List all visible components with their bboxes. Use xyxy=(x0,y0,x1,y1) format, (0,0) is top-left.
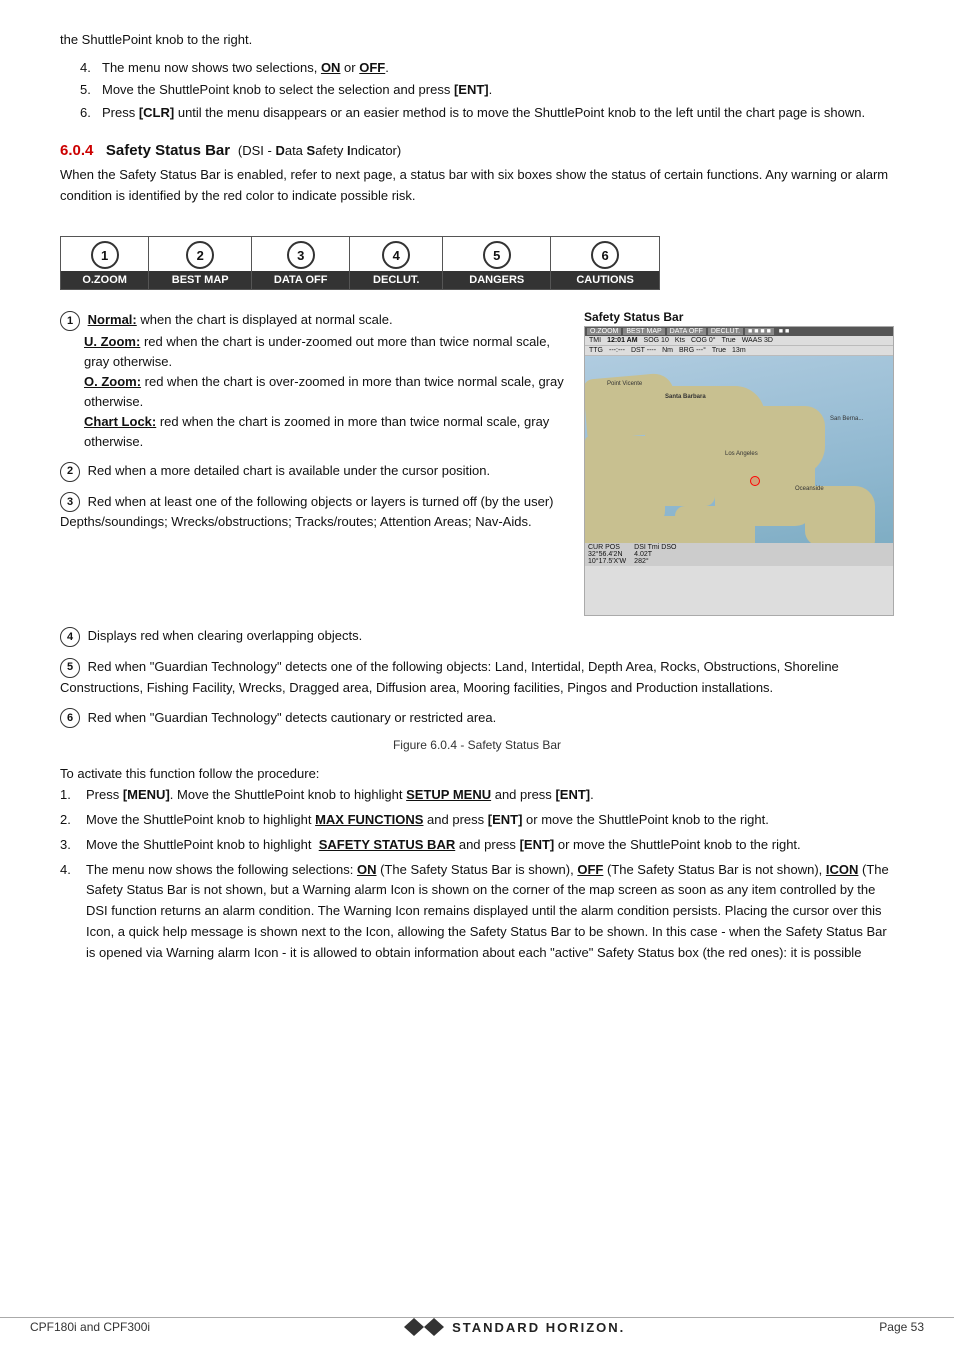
label-santa-barbara: Santa Barbara xyxy=(665,394,706,400)
section-title: 6.0.4 Safety Status Bar (DSI - Data Safe… xyxy=(60,142,894,159)
item-1: 1 Normal: when the chart is displayed at… xyxy=(60,310,566,451)
map-data-row2: TTG ---:--- DST ---- Nm BRG ---° True 13… xyxy=(585,346,893,356)
status-box-1: 1 O.ZOOM xyxy=(61,237,149,289)
status-circle-4: 4 xyxy=(382,241,410,269)
procedure-section: To activate this function follow the pro… xyxy=(60,764,894,963)
label-pv: Point Vicente xyxy=(607,381,642,387)
status-label-6: CAUTIONS xyxy=(551,271,659,289)
page: the ShuttlePoint knob to the right. 4. T… xyxy=(0,0,954,1354)
status-label-5: DANGERS xyxy=(443,271,550,289)
intro-list: 4. The menu now shows two selections, ON… xyxy=(60,58,894,124)
status-box-2: 2 BEST MAP xyxy=(149,237,252,289)
item-circle-3: 3 xyxy=(60,492,80,512)
proc-item-1: 1. Press [MENU]. Move the ShuttlePoint k… xyxy=(60,785,894,806)
procedure-list: 1. Press [MENU]. Move the ShuttlePoint k… xyxy=(60,785,894,963)
intro-item-6: 6. Press [CLR] until the menu disappears… xyxy=(80,103,894,124)
land-7 xyxy=(805,486,875,546)
status-circle-3: 3 xyxy=(287,241,315,269)
map-area: Santa Barbara Point Vicente Los Angeles … xyxy=(585,356,893,566)
right-col: Safety Status Bar O.ZOOM BEST MAP DATA O… xyxy=(584,310,894,616)
item-6: 6 Red when "Guardian Technology" detects… xyxy=(60,708,894,729)
footer-left: CPF180i and CPF300i xyxy=(30,1320,150,1334)
label-oceanside: Oceanside xyxy=(795,486,824,492)
procedure-intro: To activate this function follow the pro… xyxy=(60,764,894,785)
map-bottom-bar: CUR POS 32°56.4'2N 10°17.5'X'W DSI Tmi D… xyxy=(585,543,893,566)
logo-icon xyxy=(404,1318,444,1336)
status-label-4: DECLUT. xyxy=(350,271,442,289)
item-3: 3 Red when at least one of the following… xyxy=(60,492,566,533)
left-col: 1 Normal: when the chart is displayed at… xyxy=(60,310,566,616)
item-circle-4: 4 xyxy=(60,627,80,647)
item-2: 2 Red when a more detailed chart is avai… xyxy=(60,461,566,482)
proc-item-4: 4. The menu now shows the following sele… xyxy=(60,860,894,964)
status-label-2: BEST MAP xyxy=(149,271,251,289)
item-circle-6: 6 xyxy=(60,708,80,728)
item-4: 4 Displays red when clearing overlapping… xyxy=(60,626,894,647)
main-content: 1 Normal: when the chart is displayed at… xyxy=(60,310,894,616)
status-label-3: DATA OFF xyxy=(252,271,349,289)
section-description: When the Safety Status Bar is enabled, r… xyxy=(60,165,894,207)
status-box-3: 3 DATA OFF xyxy=(252,237,350,289)
map-data-row1: TMI 12:01 AM SOG 10 Kts COG 0° True WAAS… xyxy=(585,336,893,346)
status-box-4: 4 DECLUT. xyxy=(350,237,443,289)
proc-item-2: 2. Move the ShuttlePoint knob to highlig… xyxy=(60,810,894,831)
intro-item-5: 5. Move the ShuttlePoint knob to select … xyxy=(80,80,894,101)
land-5 xyxy=(655,456,715,506)
item-5: 5 Red when "Guardian Technology" detects… xyxy=(60,657,894,698)
map-header: O.ZOOM BEST MAP DATA OFF DECLUT. ■ ■ ■ ■… xyxy=(585,327,893,336)
status-bar-diagram-wrapper: 1 O.ZOOM 2 BEST MAP 3 DATA OFF 4 DECLUT.… xyxy=(60,220,894,300)
status-circle-1: 1 xyxy=(91,241,119,269)
item-circle-1: 1 xyxy=(60,311,80,331)
status-circle-6: 6 xyxy=(591,241,619,269)
intro-line: the ShuttlePoint knob to the right. xyxy=(60,32,252,47)
status-circle-2: 2 xyxy=(186,241,214,269)
label-la: Los Angeles xyxy=(725,451,758,457)
land-4 xyxy=(585,436,665,526)
item-circle-5: 5 xyxy=(60,658,80,678)
intro-item-4: 4. The menu now shows two selections, ON… xyxy=(80,58,894,79)
footer: CPF180i and CPF300i STANDARD HORIZON. Pa… xyxy=(0,1317,954,1336)
footer-right: Page 53 xyxy=(879,1320,924,1334)
footer-logo: STANDARD HORIZON. xyxy=(404,1318,625,1336)
intro-text: the ShuttlePoint knob to the right. xyxy=(60,30,894,50)
proc-item-3: 3. Move the ShuttlePoint knob to highlig… xyxy=(60,835,894,856)
status-box-6: 6 CAUTIONS xyxy=(551,237,659,289)
status-circle-5: 5 xyxy=(483,241,511,269)
status-bar-diagram: 1 O.ZOOM 2 BEST MAP 3 DATA OFF 4 DECLUT.… xyxy=(60,236,660,290)
status-label-1: O.ZOOM xyxy=(61,271,148,289)
brand-name: STANDARD HORIZON. xyxy=(452,1320,625,1335)
item-circle-2: 2 xyxy=(60,462,80,482)
figure-caption: Figure 6.0.4 - Safety Status Bar xyxy=(60,738,894,752)
status-box-5: 5 DANGERS xyxy=(443,237,551,289)
ssb-title: Safety Status Bar xyxy=(584,310,894,324)
label-san-bernardino: San Berna... xyxy=(830,416,863,422)
safety-status-bar-image: O.ZOOM BEST MAP DATA OFF DECLUT. ■ ■ ■ ■… xyxy=(584,326,894,616)
